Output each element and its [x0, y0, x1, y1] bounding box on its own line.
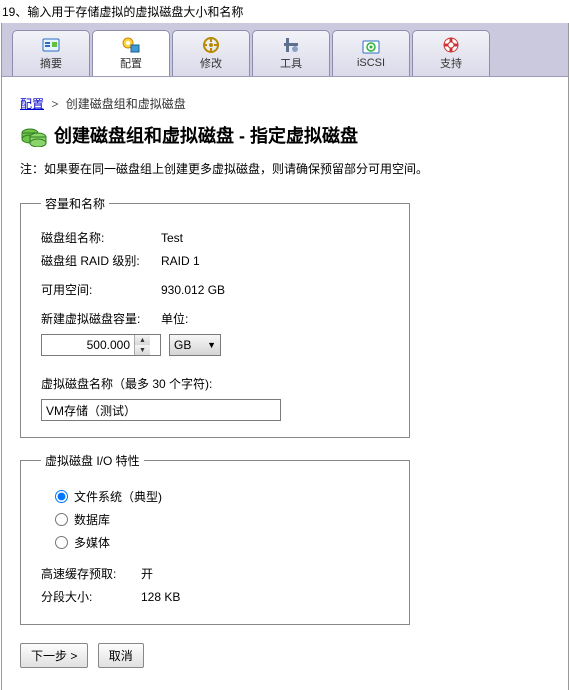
capacity-input-wrap: ▲ ▼ [41, 334, 161, 356]
modify-icon [201, 36, 221, 54]
iscsi-icon [361, 38, 381, 56]
unit-label: 单位: [161, 310, 188, 327]
dg-name-label: 磁盘组名称: [41, 229, 161, 246]
io-option-label: 多媒体 [74, 534, 110, 551]
capacity-name-group: 容量和名称 磁盘组名称: Test 磁盘组 RAID 级别: RAID 1 可用… [20, 195, 410, 438]
io-option-fs[interactable]: 文件系统（典型) [55, 485, 389, 508]
summary-icon [41, 36, 61, 54]
segment-size-value: 128 KB [141, 590, 180, 604]
next-button[interactable]: 下一步 > [20, 643, 88, 668]
cancel-button[interactable]: 取消 [98, 643, 144, 668]
capacity-legend: 容量和名称 [41, 195, 109, 212]
io-legend: 虚拟磁盘 I/O 特性 [41, 452, 144, 469]
page-title: 创建磁盘组和虚拟磁盘 - 指定虚拟磁盘 [54, 122, 358, 148]
io-characteristics-group: 虚拟磁盘 I/O 特性 文件系统（典型) 数据库多媒体 高速缓存预取: 开 分段大… [20, 452, 410, 625]
cache-prefetch-label: 高速缓存预取: [41, 565, 141, 582]
unit-select[interactable]: GB ▼ [169, 334, 221, 356]
tab-iscsi[interactable]: iSCSI [332, 30, 410, 76]
io-option-db[interactable]: 数据库 [55, 508, 389, 531]
page-title-row: 创建磁盘组和虚拟磁盘 - 指定虚拟磁盘 [20, 118, 550, 156]
io-option-mm[interactable]: 多媒体 [55, 531, 389, 554]
stepper-down-button[interactable]: ▼ [135, 345, 150, 355]
note-text: 注：如果要在同一磁盘组上创建更多虚拟磁盘，则请确保预留部分可用空间。 [20, 156, 550, 189]
tools-icon [281, 36, 301, 54]
tab-label: 修改 [200, 55, 222, 71]
io-option-label: 数据库 [74, 511, 110, 528]
chevron-down-icon: ▼ [207, 340, 216, 350]
support-icon [441, 36, 461, 54]
breadcrumb: 配置 > 创建磁盘组和虚拟磁盘 [20, 87, 550, 118]
instruction-text: 19、输入用于存储虚拟的虚拟磁盘大小和名称 [0, 0, 569, 23]
tab-modify[interactable]: 修改 [172, 30, 250, 76]
dg-name-value: Test [161, 231, 389, 245]
vd-name-input[interactable] [41, 399, 281, 421]
segment-size-label: 分段大小: [41, 588, 141, 605]
tab-label: iSCSI [357, 57, 385, 69]
wizard-nav: 下一步 > 取消 [20, 639, 550, 672]
cache-prefetch-value: 开 [141, 565, 153, 582]
io-radio-fs[interactable] [55, 490, 68, 503]
tab-label: 摘要 [40, 55, 62, 71]
capacity-input[interactable] [42, 336, 134, 354]
new-capacity-label: 新建虚拟磁盘容量: [41, 310, 161, 327]
free-space-value: 930.012 GB [161, 283, 389, 297]
raid-level-label: 磁盘组 RAID 级别: [41, 252, 161, 269]
vd-name-label: 虚拟磁盘名称（最多 30 个字符): [41, 375, 212, 392]
unit-select-value: GB [174, 338, 191, 352]
quantity-stepper: ▲ ▼ [134, 335, 150, 355]
free-space-label: 可用空间: [41, 281, 161, 298]
tab-label: 支持 [440, 55, 462, 71]
io-radio-mm[interactable] [55, 536, 68, 549]
io-radio-db[interactable] [55, 513, 68, 526]
tab-label: 配置 [120, 55, 142, 71]
tab-support[interactable]: 支持 [412, 30, 490, 76]
raid-level-value: RAID 1 [161, 254, 389, 268]
breadcrumb-current: 创建磁盘组和虚拟磁盘 [66, 97, 186, 111]
app-window: 摘要配置修改工具iSCSI支持 配置 > 创建磁盘组和虚拟磁盘 [1, 23, 569, 690]
toolbar: 摘要 配置 修改 工具 iSCSI 支持 [2, 23, 568, 77]
tab-summary[interactable]: 摘要 [12, 30, 90, 76]
breadcrumb-separator: > [47, 97, 62, 111]
stepper-up-button[interactable]: ▲ [135, 335, 150, 345]
disk-group-icon [20, 123, 48, 147]
io-option-label: 文件系统（典型) [74, 488, 162, 505]
configure-icon [121, 36, 141, 54]
tab-label: 工具 [280, 55, 302, 71]
tab-tools[interactable]: 工具 [252, 30, 330, 76]
breadcrumb-root-link[interactable]: 配置 [20, 97, 44, 111]
tab-configure[interactable]: 配置 [92, 30, 170, 76]
